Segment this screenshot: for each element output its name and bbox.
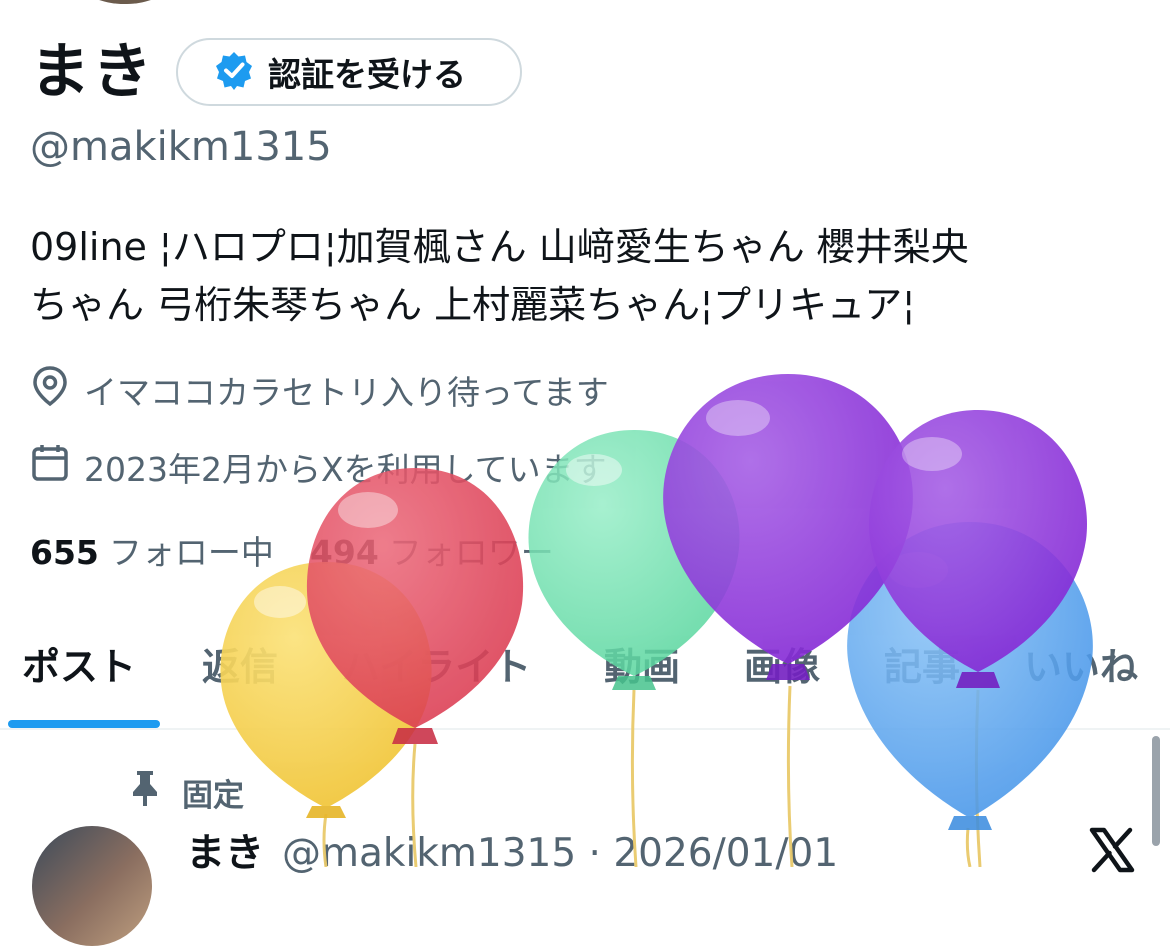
pin-icon: [130, 768, 160, 816]
tabs-divider: [0, 728, 1170, 730]
following-link[interactable]: 655 フォロー中: [30, 526, 274, 574]
tab-images[interactable]: 画像: [744, 636, 820, 691]
tab-replies[interactable]: 返信: [202, 636, 278, 691]
calendar-icon: [30, 442, 70, 492]
followers-link[interactable]: 494 フォロワー: [310, 526, 554, 574]
post-author-name[interactable]: まき: [186, 822, 264, 878]
location-pin-icon: [30, 364, 70, 416]
profile-joined: 2023年2月からXを利用しています: [30, 442, 607, 492]
get-verified-label: 認証を受ける: [268, 55, 466, 94]
post-header: まき @makikm1315 · 2026/01/01: [186, 822, 838, 878]
verified-badge-icon: [214, 50, 254, 94]
profile-handle: @makikm1315: [30, 124, 332, 170]
post-author-avatar[interactable]: [32, 826, 152, 946]
tab-posts[interactable]: ポスト: [22, 636, 136, 691]
tab-videos[interactable]: 動画: [604, 636, 680, 691]
bio-line-2: ちゃん 弓桁朱琴ちゃん 上村麗菜ちゃん¦プリキュア¦: [30, 283, 916, 327]
tab-likes[interactable]: いいね: [1024, 636, 1138, 691]
bio-line-1: 09line ¦ハロプロ¦加賀楓さん 山﨑愛生ちゃん 櫻井梨央: [30, 225, 969, 269]
profile-location: イマココカラセトリ入り待ってます: [30, 364, 609, 416]
tab-articles[interactable]: 記事: [884, 636, 960, 691]
pinned-label: 固定: [182, 777, 244, 814]
profile-name: まき: [30, 37, 154, 107]
followers-count: 494: [309, 533, 379, 572]
followers-label: フォロワー: [388, 533, 554, 572]
joined-text: 2023年2月からXを利用しています: [84, 450, 607, 489]
get-verified-button[interactable]: 認証を受ける: [176, 38, 522, 106]
following-label: フォロー中: [108, 533, 274, 572]
location-text: イマココカラセトリ入り待ってます: [84, 373, 609, 412]
post-handle-date: @makikm1315 · 2026/01/01: [282, 831, 839, 876]
profile-avatar-edge[interactable]: [80, 0, 170, 4]
follow-stats: 655 フォロー中 494 フォロワー: [30, 526, 554, 574]
profile-bio: 09line ¦ハロプロ¦加賀楓さん 山﨑愛生ちゃん 櫻井梨央 ちゃん 弓桁朱琴…: [30, 218, 1140, 334]
active-tab-indicator: [8, 720, 160, 728]
following-count: 655: [30, 533, 99, 572]
tab-highlights[interactable]: ハイライト: [342, 636, 531, 691]
x-logo-icon: [1088, 826, 1136, 882]
pinned-indicator: 固定: [130, 768, 244, 816]
scrollbar[interactable]: [1152, 736, 1160, 846]
profile-tabs: ポスト 返信 ハイライト 動画 画像 記事 いいね: [0, 630, 1170, 728]
